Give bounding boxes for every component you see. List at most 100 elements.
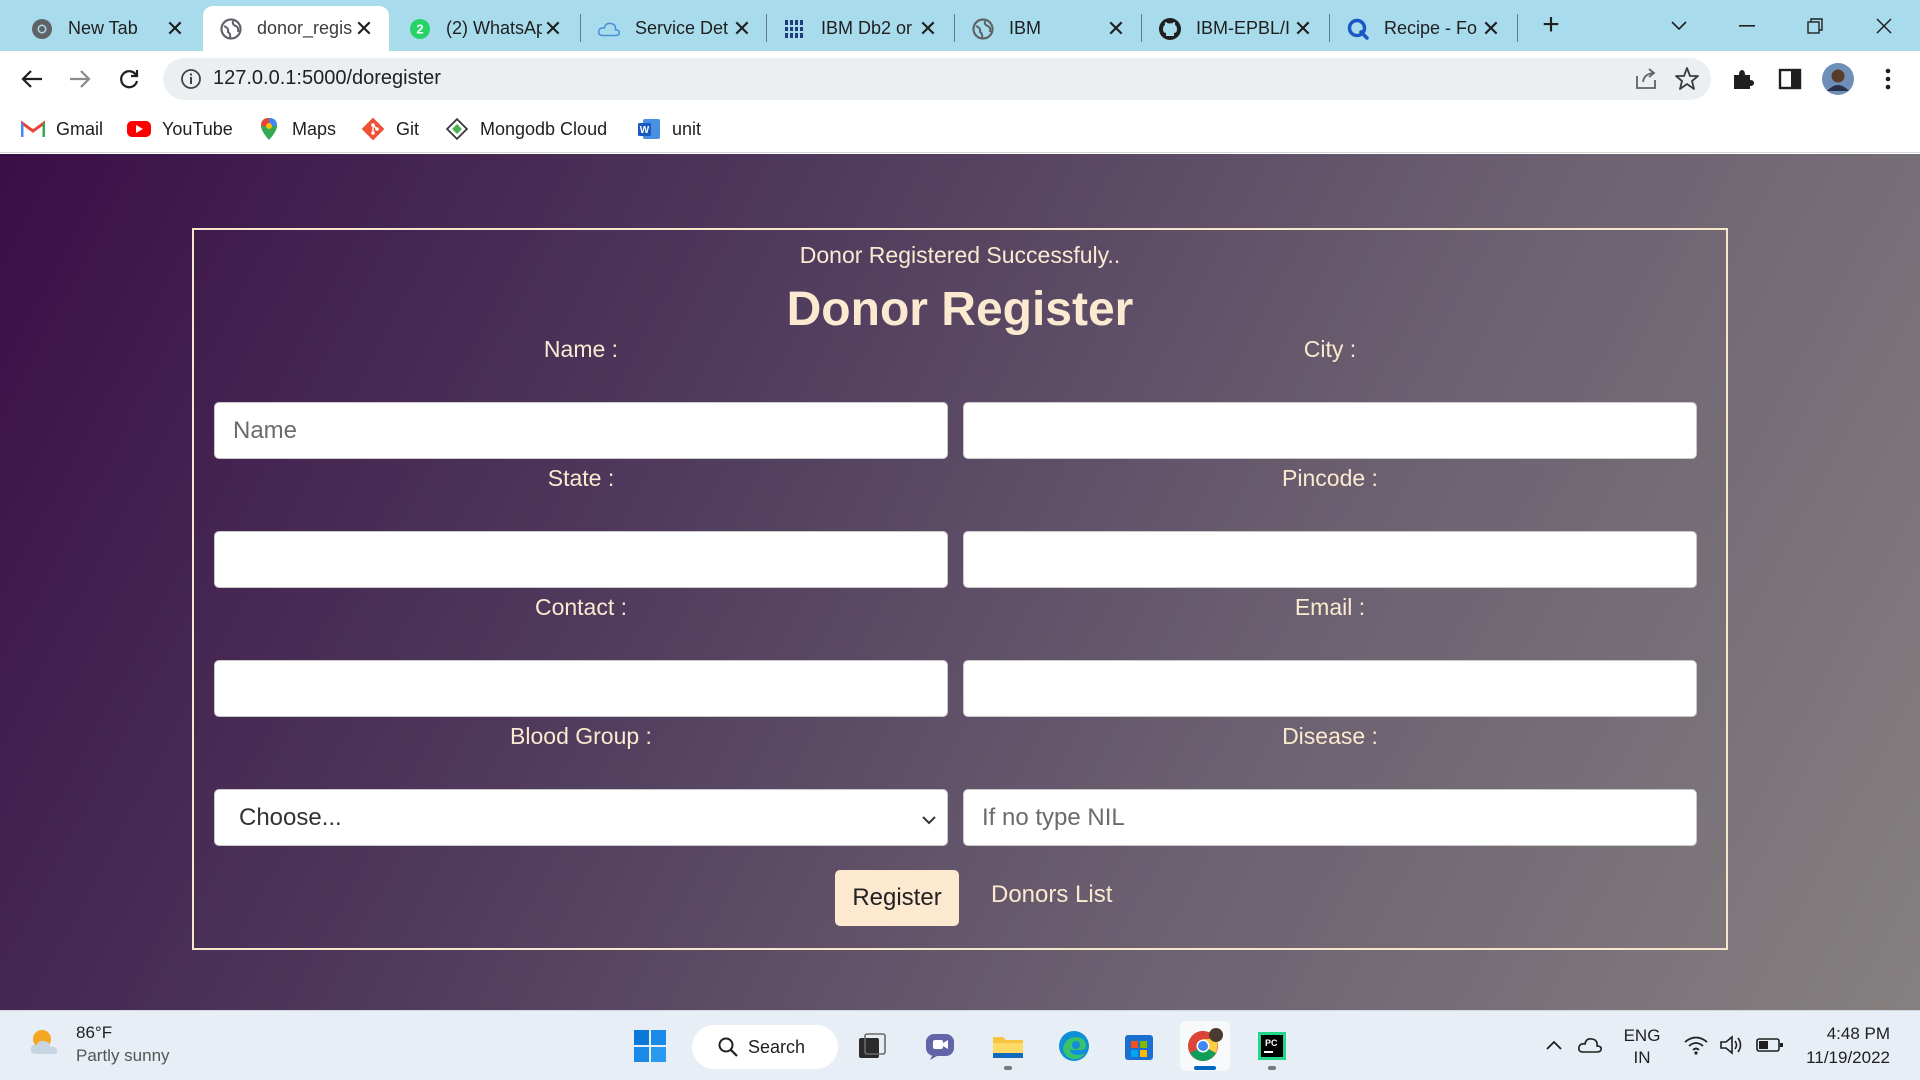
tab-ibm-db2[interactable]: IBM Db2 or ✕ [767, 6, 953, 51]
bookmarks-bar: Gmail YouTube Maps Git Mongodb Cloud W u… [0, 107, 1920, 153]
bookmark-mongodb-cloud[interactable]: Mongodb Cloud [444, 114, 607, 144]
page-background: Donor Registered Successfuly.. Donor Reg… [0, 154, 1920, 1010]
search-icon [718, 1037, 738, 1057]
system-clock[interactable]: 4:48 PM 11/19/2022 [1790, 1022, 1890, 1070]
close-icon[interactable]: ✕ [542, 16, 564, 41]
gmail-icon [20, 117, 46, 141]
close-icon[interactable]: ✕ [1105, 16, 1127, 41]
email-input[interactable] [963, 660, 1697, 717]
chevron-up-icon[interactable] [1540, 1031, 1568, 1059]
extensions-puzzle-icon[interactable] [1726, 63, 1758, 95]
restore-icon[interactable] [1797, 8, 1833, 44]
kebab-menu-icon[interactable] [1872, 63, 1904, 95]
blood-group-select[interactable]: Choose... [214, 789, 948, 846]
back-arrow-icon[interactable] [14, 61, 50, 97]
weather-condition: Partly sunny [76, 1046, 170, 1065]
tab-title: IBM [1009, 18, 1042, 38]
weather-widget[interactable]: 86°F Partly sunny [28, 1021, 170, 1067]
tab-title: IBM Db2 or [821, 18, 913, 38]
name-input[interactable] [214, 402, 948, 459]
close-icon[interactable]: ✕ [917, 16, 939, 41]
mongodb-icon [444, 117, 470, 141]
tab-title: donor_regis [257, 18, 353, 38]
url-text[interactable]: 127.0.0.1:5000/doregister [213, 67, 441, 90]
svg-text:2: 2 [416, 21, 423, 36]
donors-list-link[interactable]: Donors List [991, 881, 1112, 909]
bookmark-gmail[interactable]: Gmail [20, 114, 103, 144]
tab-recipe[interactable]: Recipe - Fo ✕ [1330, 6, 1516, 51]
tab-service-details[interactable]: Service Det ✕ [581, 6, 767, 51]
pycharm-icon[interactable]: PC [1247, 1021, 1297, 1071]
minimize-icon[interactable] [1729, 8, 1765, 44]
tab-search-chevron-icon[interactable] [1661, 8, 1697, 44]
city-input[interactable] [963, 402, 1697, 459]
bookmark-star-icon[interactable] [1673, 65, 1701, 93]
close-icon[interactable]: ✕ [1292, 16, 1314, 41]
wifi-icon[interactable] [1682, 1031, 1710, 1059]
close-icon[interactable]: ✕ [1480, 16, 1502, 41]
close-icon[interactable]: ✕ [731, 16, 753, 41]
clock-time: 4:48 PM [1826, 1024, 1890, 1043]
tab-new-tab[interactable]: New Tab ✕ [14, 6, 200, 51]
recipe-icon [1346, 17, 1370, 41]
address-bar[interactable]: 127.0.0.1:5000/doregister [163, 58, 1711, 100]
volume-icon[interactable] [1718, 1031, 1746, 1059]
cloud-icon [597, 17, 621, 41]
tab-donor-register[interactable]: donor_regis ✕ [203, 6, 389, 51]
git-icon [360, 117, 386, 141]
partly-sunny-icon [28, 1026, 62, 1063]
language-indicator[interactable]: ENG IN [1623, 1025, 1661, 1069]
bookmark-git[interactable]: Git [360, 114, 419, 144]
close-window-icon[interactable] [1866, 8, 1902, 44]
teams-chat-icon[interactable] [915, 1021, 965, 1071]
onedrive-cloud-icon[interactable] [1576, 1031, 1604, 1059]
side-panel-icon[interactable] [1774, 63, 1806, 95]
tab-github[interactable]: IBM-EPBL/I ✕ [1142, 6, 1328, 51]
battery-icon[interactable] [1756, 1031, 1784, 1059]
windows-taskbar: 86°F Partly sunny Search PC ENG IN 4:48 … [0, 1010, 1920, 1080]
pincode-input[interactable] [963, 531, 1697, 588]
tab-title: (2) WhatsAp [446, 18, 542, 38]
tab-whatsapp[interactable]: 2 (2) WhatsAp ✕ [392, 6, 578, 51]
tab-separator [1517, 14, 1518, 42]
info-icon[interactable] [179, 67, 203, 91]
tab-title: IBM-EPBL/I [1196, 18, 1291, 38]
bookmark-unit[interactable]: W unit [636, 114, 701, 144]
bookmark-maps[interactable]: Maps [256, 114, 336, 144]
close-icon[interactable]: ✕ [353, 16, 375, 41]
share-icon[interactable] [1633, 66, 1659, 92]
blood-group-label: Blood Group : [510, 723, 652, 749]
task-view-icon[interactable] [847, 1021, 897, 1071]
blood-group-selected: Choose... [239, 803, 342, 831]
running-indicator [1004, 1066, 1012, 1070]
github-icon [1158, 17, 1182, 41]
edge-icon[interactable] [1049, 1021, 1099, 1071]
file-explorer-icon[interactable] [983, 1021, 1033, 1071]
whatsapp-icon: 2 [408, 17, 432, 41]
disease-input[interactable] [963, 789, 1697, 846]
register-button[interactable]: Register [835, 870, 959, 926]
maps-icon [256, 117, 282, 141]
state-input[interactable] [214, 531, 948, 588]
tab-title: Recipe - Fo [1384, 18, 1478, 38]
donor-register-form: Donor Registered Successfuly.. Donor Reg… [192, 228, 1728, 950]
microsoft-store-icon[interactable] [1114, 1021, 1164, 1071]
bookmark-youtube[interactable]: YouTube [126, 114, 233, 144]
chrome-taskbar-icon[interactable] [1180, 1021, 1230, 1071]
svg-text:W: W [640, 125, 650, 136]
page-title: Donor Register [786, 283, 1134, 336]
contact-input[interactable] [214, 660, 948, 717]
avatar[interactable] [1822, 63, 1854, 95]
contact-label: Contact : [534, 594, 628, 620]
tab-ibm[interactable]: IBM ✕ [955, 6, 1141, 51]
chrome-icon [30, 17, 54, 41]
forward-arrow-icon[interactable] [62, 61, 98, 97]
active-indicator [1194, 1066, 1216, 1070]
globe-icon [971, 17, 995, 41]
taskbar-search[interactable]: Search [692, 1025, 838, 1069]
close-icon[interactable]: ✕ [164, 16, 186, 41]
start-button[interactable] [625, 1021, 675, 1071]
new-tab-button[interactable]: + [1536, 10, 1566, 40]
email-label: Email : [1294, 594, 1366, 620]
reload-icon[interactable] [111, 61, 147, 97]
